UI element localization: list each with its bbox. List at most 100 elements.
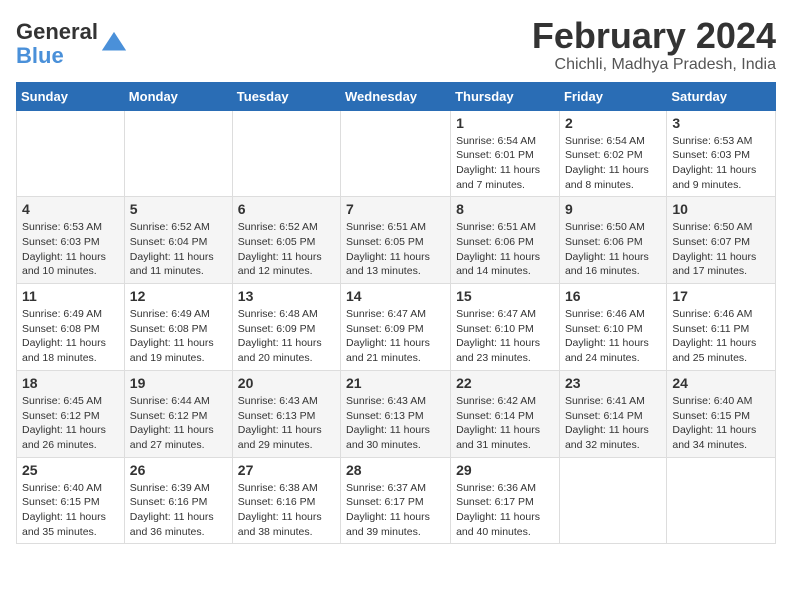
calendar-cell: 22 Sunrise: 6:42 AMSunset: 6:14 PMDayligh… — [451, 370, 560, 457]
day-number: 7 — [346, 201, 445, 217]
day-number: 6 — [238, 201, 335, 217]
day-number: 27 — [238, 462, 335, 478]
day-number: 29 — [456, 462, 554, 478]
calendar-cell: 9 Sunrise: 6:50 AMSunset: 6:06 PMDaylight… — [559, 197, 666, 284]
day-number: 13 — [238, 288, 335, 304]
day-number: 24 — [672, 375, 770, 391]
day-info: Sunrise: 6:54 AMSunset: 6:02 PMDaylight:… — [565, 134, 661, 193]
calendar-cell: 25 Sunrise: 6:40 AMSunset: 6:15 PMDayligh… — [17, 457, 125, 544]
calendar-cell: 11 Sunrise: 6:49 AMSunset: 6:08 PMDayligh… — [17, 284, 125, 371]
header-tuesday: Tuesday — [232, 82, 340, 110]
day-number: 14 — [346, 288, 445, 304]
day-number: 21 — [346, 375, 445, 391]
week-row-2: 4 Sunrise: 6:53 AMSunset: 6:03 PMDaylight… — [17, 197, 776, 284]
day-info: Sunrise: 6:40 AMSunset: 6:15 PMDaylight:… — [672, 394, 770, 453]
day-number: 19 — [130, 375, 227, 391]
logo: GeneralBlue — [16, 20, 128, 68]
calendar-cell — [124, 110, 232, 197]
header-monday: Monday — [124, 82, 232, 110]
calendar-cell: 24 Sunrise: 6:40 AMSunset: 6:15 PMDayligh… — [667, 370, 776, 457]
day-info: Sunrise: 6:54 AMSunset: 6:01 PMDaylight:… — [456, 134, 554, 193]
calendar-cell: 16 Sunrise: 6:46 AMSunset: 6:10 PMDayligh… — [559, 284, 666, 371]
day-number: 15 — [456, 288, 554, 304]
day-info: Sunrise: 6:46 AMSunset: 6:10 PMDaylight:… — [565, 307, 661, 366]
day-info: Sunrise: 6:43 AMSunset: 6:13 PMDaylight:… — [346, 394, 445, 453]
calendar-cell: 23 Sunrise: 6:41 AMSunset: 6:14 PMDayligh… — [559, 370, 666, 457]
day-number: 3 — [672, 115, 770, 131]
day-number: 23 — [565, 375, 661, 391]
header-thursday: Thursday — [451, 82, 560, 110]
calendar-cell: 19 Sunrise: 6:44 AMSunset: 6:12 PMDayligh… — [124, 370, 232, 457]
calendar-cell: 26 Sunrise: 6:39 AMSunset: 6:16 PMDayligh… — [124, 457, 232, 544]
day-info: Sunrise: 6:51 AMSunset: 6:06 PMDaylight:… — [456, 220, 554, 279]
day-info: Sunrise: 6:38 AMSunset: 6:16 PMDaylight:… — [238, 481, 335, 540]
week-row-4: 18Sunrise: 6:45 AMSunset: 6:12 PMDayligh… — [17, 370, 776, 457]
day-info: Sunrise: 6:46 AMSunset: 6:11 PMDaylight:… — [672, 307, 770, 366]
calendar-cell: 3 Sunrise: 6:53 AMSunset: 6:03 PMDaylight… — [667, 110, 776, 197]
day-number: 26 — [130, 462, 227, 478]
calendar-cell: 29 Sunrise: 6:36 AMSunset: 6:17 PMDayligh… — [451, 457, 560, 544]
location-title: Chichli, Madhya Pradesh, India — [532, 56, 776, 74]
day-number: 1 — [456, 115, 554, 131]
week-row-1: 1 Sunrise: 6:54 AMSunset: 6:01 PMDaylight… — [17, 110, 776, 197]
day-number: 8 — [456, 201, 554, 217]
day-info: Sunrise: 6:47 AMSunset: 6:09 PMDaylight:… — [346, 307, 445, 366]
day-info: Sunrise: 6:53 AMSunset: 6:03 PMDaylight:… — [22, 220, 119, 279]
calendar-cell: 2 Sunrise: 6:54 AMSunset: 6:02 PMDaylight… — [559, 110, 666, 197]
day-number: 22 — [456, 375, 554, 391]
day-info: Sunrise: 6:50 AMSunset: 6:06 PMDaylight:… — [565, 220, 661, 279]
calendar-cell — [559, 457, 666, 544]
day-info: Sunrise: 6:52 AMSunset: 6:05 PMDaylight:… — [238, 220, 335, 279]
calendar-cell: 21 Sunrise: 6:43 AMSunset: 6:13 PMDayligh… — [341, 370, 451, 457]
week-row-5: 25 Sunrise: 6:40 AMSunset: 6:15 PMDayligh… — [17, 457, 776, 544]
day-number: 25 — [22, 462, 119, 478]
header-wednesday: Wednesday — [341, 82, 451, 110]
calendar-cell: 5 Sunrise: 6:52 AMSunset: 6:04 PMDaylight… — [124, 197, 232, 284]
calendar-cell: 27 Sunrise: 6:38 AMSunset: 6:16 PMDayligh… — [232, 457, 340, 544]
calendar-cell — [17, 110, 125, 197]
calendar-cell — [667, 457, 776, 544]
calendar-cell: 1 Sunrise: 6:54 AMSunset: 6:01 PMDaylight… — [451, 110, 560, 197]
day-number: 16 — [565, 288, 661, 304]
calendar-cell: 13Sunrise: 6:48 AMSunset: 6:09 PMDayligh… — [232, 284, 340, 371]
month-title: February 2024 — [532, 16, 776, 56]
day-info: Sunrise: 6:53 AMSunset: 6:03 PMDaylight:… — [672, 134, 770, 193]
calendar-cell: 20Sunrise: 6:43 AMSunset: 6:13 PMDayligh… — [232, 370, 340, 457]
calendar-cell: 15Sunrise: 6:47 AMSunset: 6:10 PMDayligh… — [451, 284, 560, 371]
day-info: Sunrise: 6:49 AMSunset: 6:08 PMDaylight:… — [130, 307, 227, 366]
day-info: Sunrise: 6:49 AMSunset: 6:08 PMDaylight:… — [22, 307, 119, 366]
calendar-table: SundayMondayTuesdayWednesdayThursdayFrid… — [16, 82, 776, 545]
calendar-cell: 6 Sunrise: 6:52 AMSunset: 6:05 PMDaylight… — [232, 197, 340, 284]
calendar-cell: 28Sunrise: 6:37 AMSunset: 6:17 PMDayligh… — [341, 457, 451, 544]
day-number: 9 — [565, 201, 661, 217]
day-number: 11 — [22, 288, 119, 304]
calendar-cell: 4 Sunrise: 6:53 AMSunset: 6:03 PMDaylight… — [17, 197, 125, 284]
day-info: Sunrise: 6:41 AMSunset: 6:14 PMDaylight:… — [565, 394, 661, 453]
logo-icon — [100, 30, 128, 58]
calendar-cell: 17 Sunrise: 6:46 AMSunset: 6:11 PMDayligh… — [667, 284, 776, 371]
calendar-cell — [232, 110, 340, 197]
day-info: Sunrise: 6:36 AMSunset: 6:17 PMDaylight:… — [456, 481, 554, 540]
day-number: 5 — [130, 201, 227, 217]
day-number: 18 — [22, 375, 119, 391]
calendar-cell: 12 Sunrise: 6:49 AMSunset: 6:08 PMDayligh… — [124, 284, 232, 371]
day-number: 20 — [238, 375, 335, 391]
day-info: Sunrise: 6:44 AMSunset: 6:12 PMDaylight:… — [130, 394, 227, 453]
week-row-3: 11 Sunrise: 6:49 AMSunset: 6:08 PMDayligh… — [17, 284, 776, 371]
day-number: 12 — [130, 288, 227, 304]
day-info: Sunrise: 6:52 AMSunset: 6:04 PMDaylight:… — [130, 220, 227, 279]
day-number: 17 — [672, 288, 770, 304]
calendar-cell: 18Sunrise: 6:45 AMSunset: 6:12 PMDayligh… — [17, 370, 125, 457]
calendar-cell: 7Sunrise: 6:51 AMSunset: 6:05 PMDaylight… — [341, 197, 451, 284]
day-number: 4 — [22, 201, 119, 217]
day-info: Sunrise: 6:39 AMSunset: 6:16 PMDaylight:… — [130, 481, 227, 540]
day-info: Sunrise: 6:42 AMSunset: 6:14 PMDaylight:… — [456, 394, 554, 453]
header: GeneralBlue February 2024 Chichli, Madhy… — [16, 16, 776, 74]
day-number: 10 — [672, 201, 770, 217]
day-number: 2 — [565, 115, 661, 131]
day-info: Sunrise: 6:50 AMSunset: 6:07 PMDaylight:… — [672, 220, 770, 279]
calendar-header-row: SundayMondayTuesdayWednesdayThursdayFrid… — [17, 82, 776, 110]
calendar-cell: 14 Sunrise: 6:47 AMSunset: 6:09 PMDayligh… — [341, 284, 451, 371]
calendar-cell: 8 Sunrise: 6:51 AMSunset: 6:06 PMDaylight… — [451, 197, 560, 284]
day-info: Sunrise: 6:40 AMSunset: 6:15 PMDaylight:… — [22, 481, 119, 540]
